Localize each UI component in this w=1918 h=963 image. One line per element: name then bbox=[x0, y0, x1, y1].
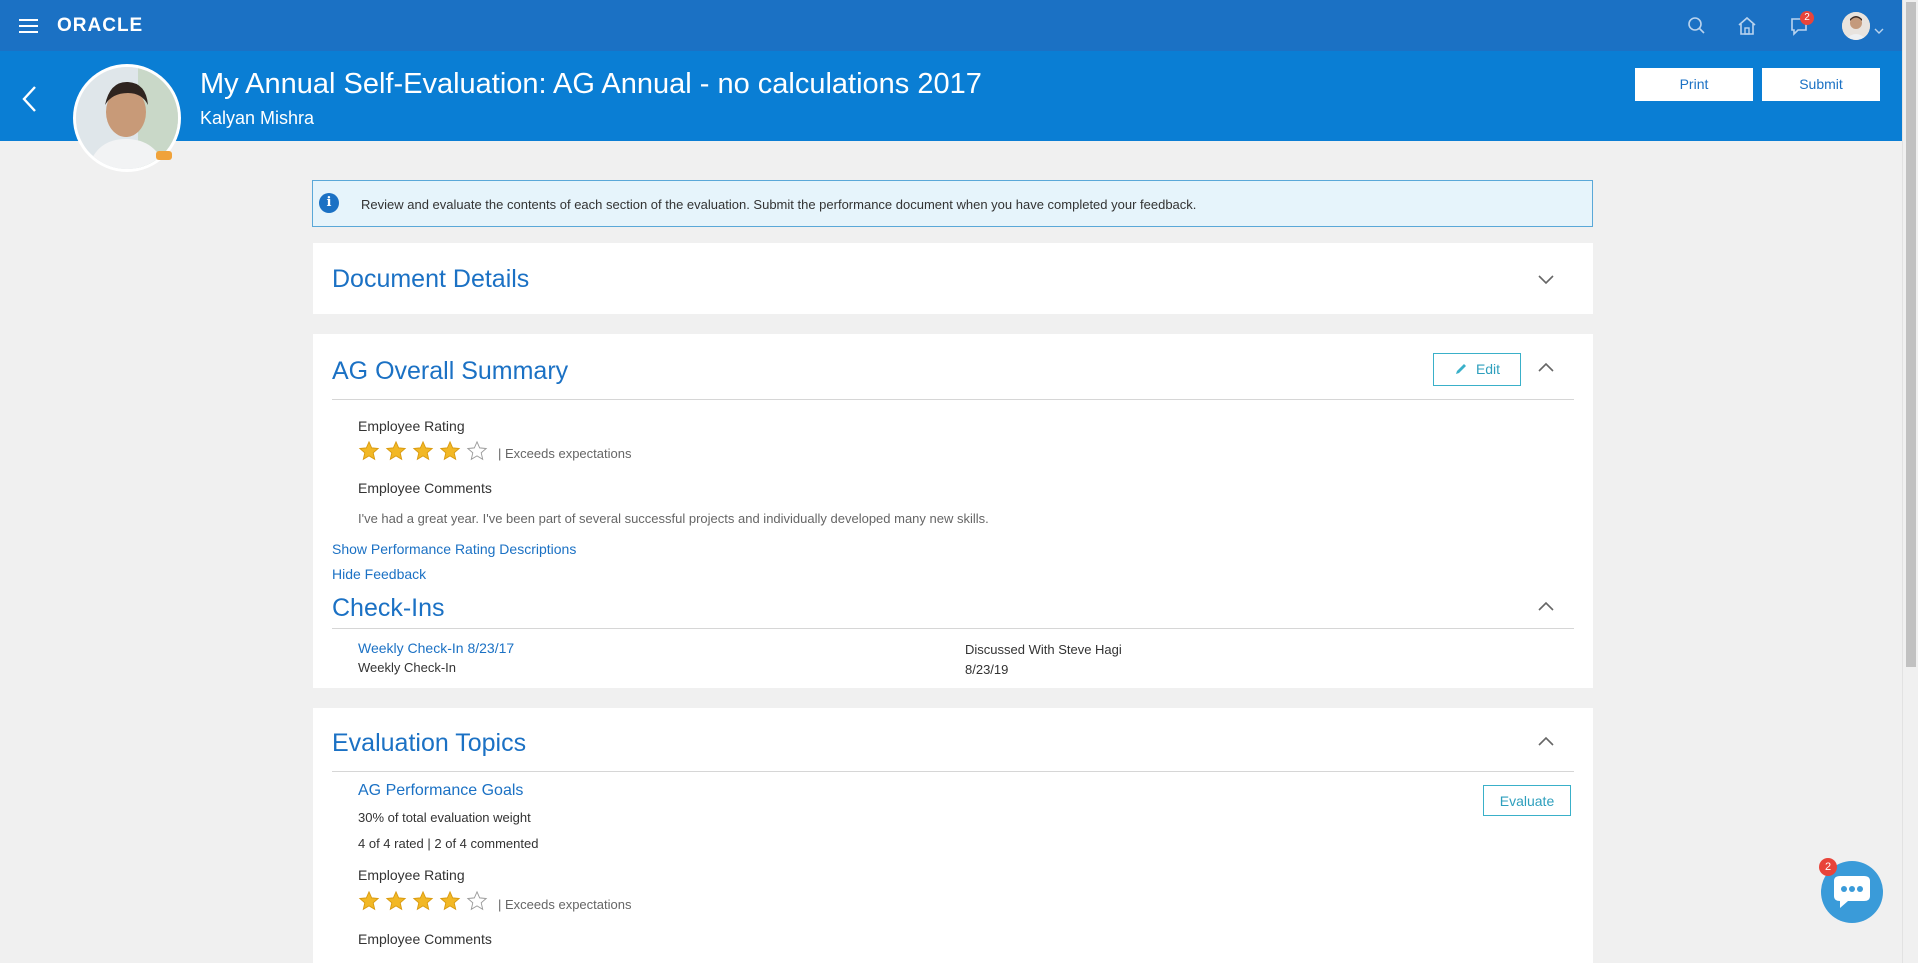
evaluate-button[interactable]: Evaluate bbox=[1483, 785, 1571, 816]
star-filled-icon bbox=[439, 890, 461, 911]
section-divider bbox=[332, 771, 1574, 772]
rating-stars bbox=[358, 440, 488, 462]
presence-indicator bbox=[156, 151, 172, 160]
chat-button[interactable]: 2 bbox=[1819, 858, 1883, 923]
global-header: ORACLE 2 bbox=[0, 0, 1902, 51]
star-filled-icon bbox=[385, 890, 407, 911]
document-details-panel: Document Details bbox=[313, 243, 1593, 314]
star-filled-icon bbox=[385, 440, 407, 461]
checkin-date: 8/23/19 bbox=[965, 662, 1009, 677]
section-divider bbox=[332, 628, 1574, 629]
back-icon[interactable] bbox=[18, 81, 42, 117]
star-filled-icon bbox=[358, 440, 380, 461]
performance-goals-link[interactable]: AG Performance Goals bbox=[358, 782, 523, 800]
star-empty-icon bbox=[466, 890, 488, 911]
pencil-icon bbox=[1455, 364, 1466, 374]
employee-comments-label: Employee Comments bbox=[358, 480, 492, 496]
overall-summary-panel: AG Overall Summary Edit Employee Rating … bbox=[313, 334, 1593, 688]
notifications-badge: 2 bbox=[1800, 11, 1814, 25]
show-rating-descriptions-link[interactable]: Show Performance Rating Descriptions bbox=[332, 541, 576, 557]
employee-rating-label: Employee Rating bbox=[358, 418, 465, 434]
submit-button[interactable]: Submit bbox=[1762, 68, 1880, 101]
edit-label: Edit bbox=[1475, 361, 1501, 377]
chevron-up-icon[interactable] bbox=[1537, 361, 1555, 373]
page-title: My Annual Self-Evaluation: AG Annual - n… bbox=[200, 68, 982, 100]
oracle-logo: ORACLE bbox=[57, 15, 144, 36]
evaluation-weight: 30% of total evaluation weight bbox=[358, 810, 531, 825]
home-icon[interactable] bbox=[1734, 13, 1760, 39]
print-button[interactable]: Print bbox=[1635, 68, 1753, 101]
checkin-type: Weekly Check-In bbox=[358, 660, 457, 675]
search-icon[interactable] bbox=[1684, 13, 1710, 39]
menu-icon[interactable] bbox=[19, 19, 38, 33]
star-empty-icon bbox=[466, 440, 488, 461]
rating-stars bbox=[358, 890, 488, 912]
section-divider bbox=[332, 399, 1574, 400]
edit-button[interactable]: Edit bbox=[1433, 353, 1521, 386]
checkins-title: Check-Ins bbox=[332, 594, 445, 622]
notifications-icon[interactable]: 2 bbox=[1786, 11, 1814, 39]
chevron-up-icon[interactable] bbox=[1537, 735, 1555, 747]
star-filled-icon bbox=[439, 440, 461, 461]
info-banner: i Review and evaluate the contents of ea… bbox=[312, 180, 1593, 227]
chevron-up-icon[interactable] bbox=[1537, 600, 1555, 612]
user-avatar[interactable] bbox=[1842, 12, 1870, 40]
employee-rating-label: Employee Rating bbox=[358, 867, 465, 883]
checkin-discussed-with: Discussed With Steve Hagi bbox=[965, 642, 1122, 657]
star-filled-icon bbox=[358, 890, 380, 911]
rating-text: | Exceeds expectations bbox=[498, 446, 632, 461]
checkin-link[interactable]: Weekly Check-In 8/23/17 bbox=[358, 640, 514, 656]
employee-comments-label: Employee Comments bbox=[358, 931, 492, 947]
document-details-title[interactable]: Document Details bbox=[332, 265, 529, 294]
chevron-down-icon[interactable] bbox=[1874, 22, 1884, 40]
chevron-down-icon[interactable] bbox=[1537, 272, 1555, 285]
employee-name: Kalyan Mishra bbox=[200, 108, 315, 128]
rating-progress: 4 of 4 rated | 2 of 4 commented bbox=[358, 836, 539, 851]
scrollbar-thumb[interactable] bbox=[1906, 2, 1916, 667]
evaluation-topics-panel: Evaluation Topics AG Performance Goals 3… bbox=[313, 708, 1593, 963]
chat-badge: 2 bbox=[1819, 858, 1837, 876]
rating-text: | Exceeds expectations bbox=[498, 897, 632, 912]
info-icon: i bbox=[319, 193, 339, 213]
overall-summary-title: AG Overall Summary bbox=[332, 357, 569, 385]
star-filled-icon bbox=[412, 440, 434, 461]
star-filled-icon bbox=[412, 890, 434, 911]
page-scrollbar[interactable] bbox=[1902, 0, 1918, 963]
hide-feedback-link[interactable]: Hide Feedback bbox=[332, 566, 426, 582]
employee-comments-text: I've had a great year. I've been part of… bbox=[358, 511, 989, 526]
evaluation-topics-title: Evaluation Topics bbox=[332, 729, 527, 757]
info-message: Review and evaluate the contents of each… bbox=[361, 197, 1197, 212]
